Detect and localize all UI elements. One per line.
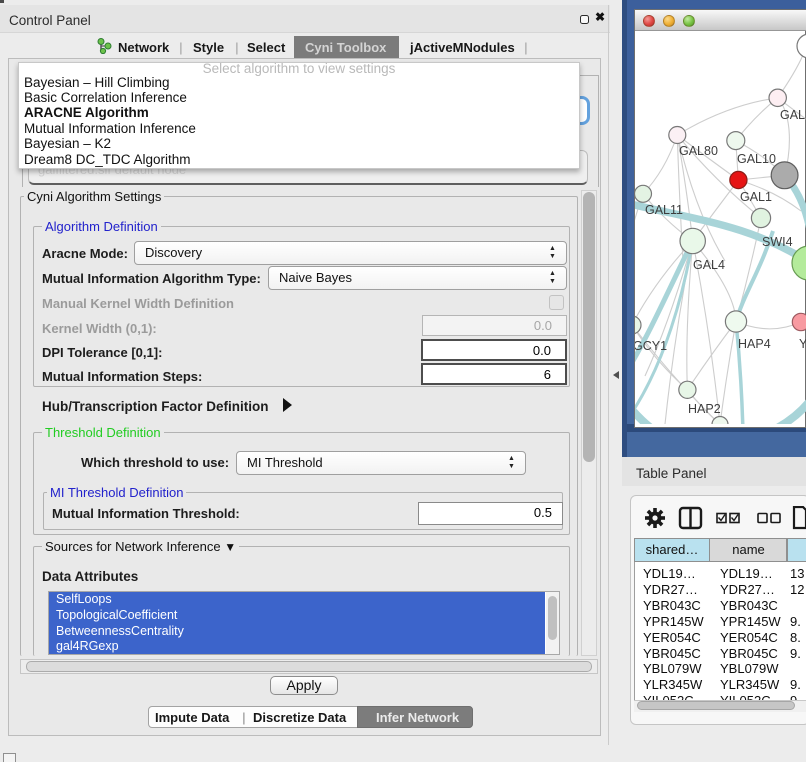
svg-text:GAL80: GAL80 <box>679 144 718 158</box>
svg-text:HAP2: HAP2 <box>688 402 721 416</box>
svg-text:GAL2: GAL2 <box>780 108 806 122</box>
svg-text:GCY1: GCY1 <box>635 339 667 353</box>
svg-text:Y: Y <box>799 337 806 351</box>
svg-text:GAL11: GAL11 <box>645 203 683 217</box>
svg-text:GAL4: GAL4 <box>693 258 725 272</box>
svg-text:GAL10: GAL10 <box>737 152 776 166</box>
svg-text:GAL1: GAL1 <box>740 190 772 204</box>
svg-text:SWI4: SWI4 <box>762 235 793 249</box>
svg-text:HAP4: HAP4 <box>738 337 771 351</box>
